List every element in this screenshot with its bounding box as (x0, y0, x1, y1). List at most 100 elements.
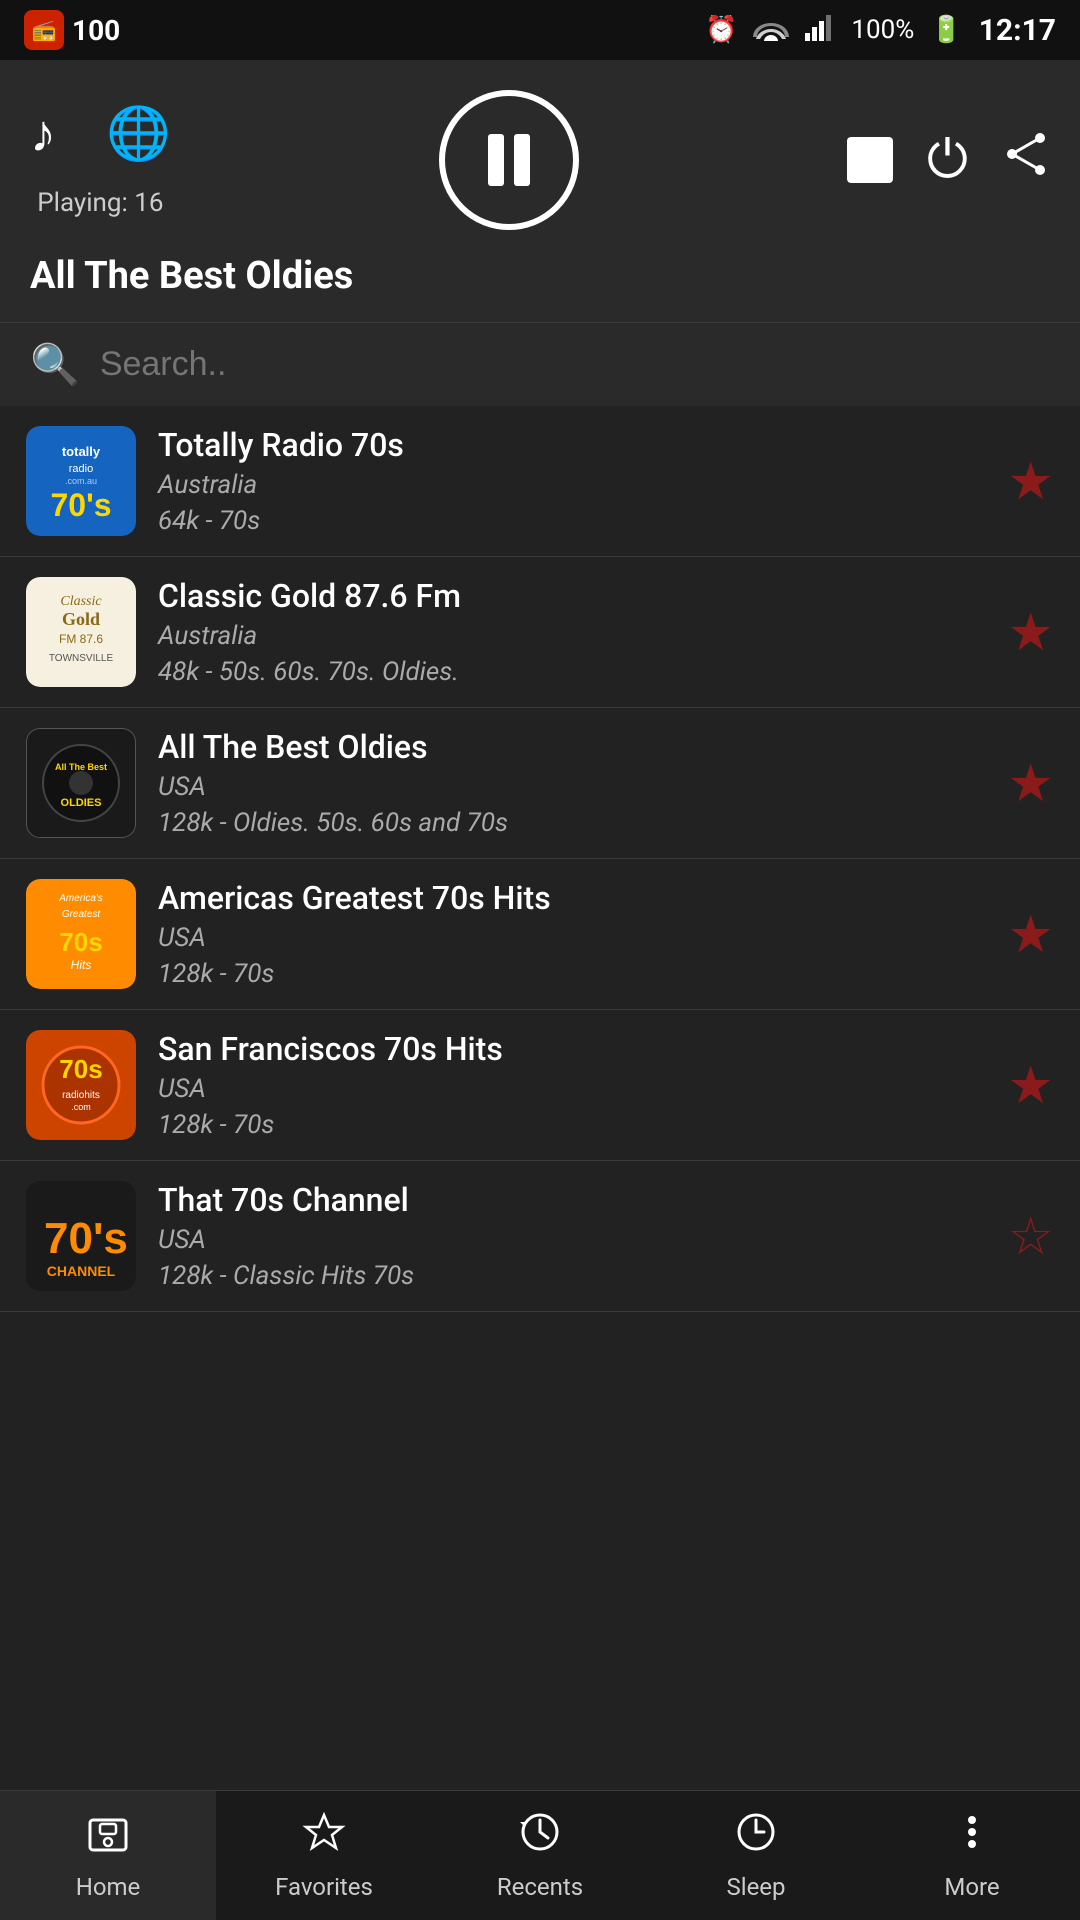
wifi-icon (753, 13, 789, 48)
station-info: Totally Radio 70s Australia 64k - 70s (158, 426, 985, 536)
svg-text:Gold: Gold (62, 609, 100, 629)
station-bitrate: 128k - 70s (158, 1110, 985, 1140)
app-icon: 📻 (24, 10, 64, 50)
station-item[interactable]: Classic Gold FM 87.6 TOWNSVILLE Classic … (0, 557, 1080, 708)
favorite-star[interactable]: ★ (1007, 904, 1054, 965)
station-bitrate: 48k - 50s. 60s. 70s. Oldies. (158, 657, 985, 687)
favorites-icon (302, 1810, 346, 1865)
station-logo: 70s radiohits .com (26, 1030, 136, 1140)
status-channel-count: 100 (72, 14, 120, 47)
station-country: USA (158, 772, 985, 802)
favorite-star[interactable]: ★ (1007, 1055, 1054, 1116)
station-bitrate: 128k - Classic Hits 70s (158, 1261, 985, 1291)
svg-text:Hits: Hits (71, 958, 92, 972)
nav-item-home[interactable]: Home (0, 1791, 216, 1920)
bottom-nav: Home Favorites Recents Sleep (0, 1790, 1080, 1920)
nav-item-more[interactable]: More (864, 1791, 1080, 1920)
alarm-icon: ⏰ (705, 15, 737, 45)
station-item[interactable]: America's Greatest 70s Hits Americas Gre… (0, 859, 1080, 1010)
svg-text:Classic: Classic (60, 594, 102, 609)
station-country: Australia (158, 621, 985, 651)
nav-label-more: More (944, 1873, 999, 1901)
station-title: All The Best Oldies (30, 254, 1050, 298)
recents-icon (518, 1810, 562, 1865)
station-country: USA (158, 1225, 985, 1255)
signal-icon (805, 13, 835, 48)
nav-label-home: Home (76, 1873, 141, 1901)
player-top-icons: ♪ 🌐 (30, 103, 171, 164)
clock-time: 12:17 (979, 13, 1056, 48)
status-bar-left: 📻 100 (24, 10, 120, 50)
station-info: That 70s Channel USA 128k - Classic Hits… (158, 1181, 985, 1291)
player-right-icons: ⏻ (847, 129, 1050, 191)
player-controls-row: ♪ 🌐 Playing: 16 ⏻ (30, 90, 1050, 230)
station-item[interactable]: All The Best OLDIES All The Best Oldies … (0, 708, 1080, 859)
nav-label-recents: Recents (497, 1873, 583, 1901)
player-header: ♪ 🌐 Playing: 16 ⏻ (0, 60, 1080, 322)
svg-text:70's: 70's (51, 487, 112, 523)
station-logo: 70's CHANNEL (26, 1181, 136, 1291)
station-name: San Franciscos 70s Hits (158, 1030, 985, 1068)
search-input[interactable] (100, 345, 1050, 384)
station-info: All The Best Oldies USA 128k - Oldies. 5… (158, 728, 985, 838)
svg-text:TOWNSVILLE: TOWNSVILLE (49, 653, 114, 664)
station-logo: All The Best OLDIES (26, 728, 136, 838)
music-note-icon[interactable]: ♪ (30, 103, 56, 164)
status-bar: 📻 100 ⏰ 100% 🔋 12:17 (0, 0, 1080, 60)
station-name: All The Best Oldies (158, 728, 985, 766)
battery-percent: 100% (851, 15, 914, 45)
station-item[interactable]: 70s radiohits .com San Franciscos 70s Hi… (0, 1010, 1080, 1161)
station-name: Americas Greatest 70s Hits (158, 879, 985, 917)
search-icon: 🔍 (30, 341, 80, 388)
favorite-star[interactable]: ★ (1007, 451, 1054, 512)
svg-text:.com: .com (71, 1102, 91, 1112)
playing-label: Playing: 16 (37, 188, 163, 218)
station-country: USA (158, 1074, 985, 1104)
station-info: Classic Gold 87.6 Fm Australia 48k - 50s… (158, 577, 985, 687)
home-icon (86, 1810, 130, 1865)
station-name: Totally Radio 70s (158, 426, 985, 464)
bottom-spacer (0, 1312, 1080, 1452)
svg-text:radio: radio (69, 463, 93, 475)
station-logo: Classic Gold FM 87.6 TOWNSVILLE (26, 577, 136, 687)
power-icon[interactable]: ⏻ (927, 129, 968, 191)
station-item[interactable]: totally radio .com.au 70's Totally Radio… (0, 406, 1080, 557)
nav-item-recents[interactable]: Recents (432, 1791, 648, 1920)
nav-item-favorites[interactable]: Favorites (216, 1791, 432, 1920)
status-bar-right: ⏰ 100% 🔋 12:17 (705, 13, 1056, 48)
favorite-star[interactable]: ★ (1007, 753, 1054, 814)
globe-icon[interactable]: 🌐 (106, 103, 171, 164)
player-left-icons: ♪ 🌐 Playing: 16 (30, 103, 171, 218)
station-logo: America's Greatest 70s Hits (26, 879, 136, 989)
search-bar[interactable]: 🔍 (0, 322, 1080, 406)
stop-button[interactable] (847, 137, 893, 183)
station-country: Australia (158, 470, 985, 500)
svg-text:radiohits: radiohits (62, 1090, 100, 1101)
nav-label-favorites: Favorites (275, 1873, 373, 1901)
favorite-star[interactable]: ★ (1007, 602, 1054, 663)
pause-bar-right (514, 134, 530, 186)
station-item[interactable]: 70's CHANNEL That 70s Channel USA 128k -… (0, 1161, 1080, 1312)
station-country: USA (158, 923, 985, 953)
sleep-icon (734, 1810, 778, 1865)
svg-text:70's: 70's (44, 1214, 128, 1263)
pause-bar-left (488, 134, 504, 186)
station-info: Americas Greatest 70s Hits USA 128k - 70… (158, 879, 985, 989)
battery-icon: 🔋 (930, 15, 962, 45)
pause-button[interactable] (439, 90, 579, 230)
svg-text:OLDIES: OLDIES (61, 797, 102, 809)
nav-item-sleep[interactable]: Sleep (648, 1791, 864, 1920)
favorite-star[interactable]: ☆ (1007, 1206, 1054, 1267)
station-name: Classic Gold 87.6 Fm (158, 577, 985, 615)
station-bitrate: 128k - 70s (158, 959, 985, 989)
station-logo: totally radio .com.au 70's (26, 426, 136, 536)
svg-text:Greatest: Greatest (62, 909, 102, 920)
svg-text:.com.au: .com.au (65, 476, 97, 486)
nav-label-sleep: Sleep (726, 1873, 785, 1901)
svg-text:America's: America's (58, 893, 103, 904)
share-icon[interactable] (1002, 130, 1050, 191)
svg-text:CHANNEL: CHANNEL (47, 1263, 116, 1279)
more-icon (950, 1810, 994, 1865)
station-list: totally radio .com.au 70's Totally Radio… (0, 406, 1080, 1312)
pause-icon (488, 134, 530, 186)
